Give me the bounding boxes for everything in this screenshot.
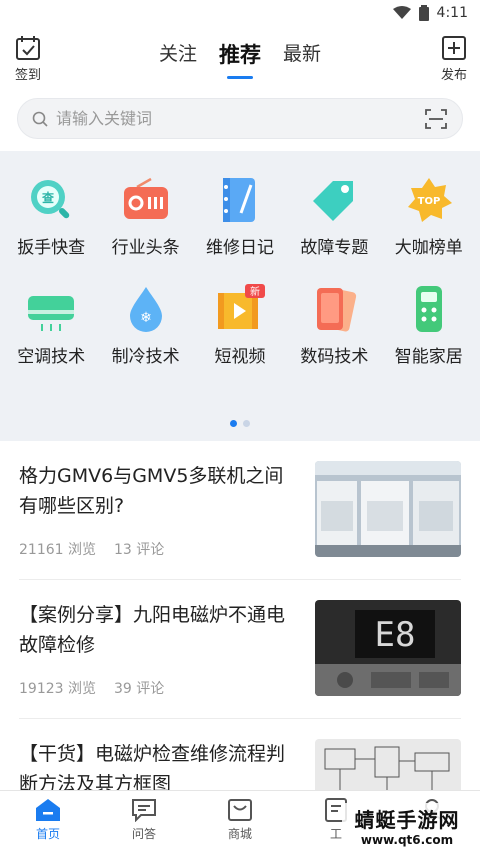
search-icon	[32, 111, 48, 127]
watermark-url: www.qt6.com	[360, 832, 454, 847]
watermark: 蜻蜓手游网 www.qt6.com	[342, 803, 472, 847]
water-drop-icon: ❄	[121, 284, 171, 334]
notebook-icon	[215, 175, 265, 225]
grid-label: 制冷技术	[111, 347, 180, 367]
publish-label: 发布	[440, 68, 467, 83]
svg-text:查: 查	[41, 190, 55, 205]
pager-dot-1[interactable]	[230, 420, 237, 427]
grid-label: 行业头条	[111, 238, 180, 258]
grid-row-1: 查 扳手快查 行业头条 维修日记 故障专题 TOP 大咖榜单	[0, 175, 480, 258]
view-count: 21161 浏览	[19, 542, 96, 558]
top-nav: 签到 关注 推荐 最新 发布	[0, 26, 480, 88]
nav-mall[interactable]: 商城	[205, 798, 275, 842]
grid-label: 数码技术	[300, 347, 369, 367]
scan-icon[interactable]	[424, 107, 448, 131]
pager-dot-2[interactable]	[243, 420, 250, 427]
grid-item-expert-ranking[interactable]: TOP 大咖榜单	[384, 175, 474, 258]
plus-square-icon	[442, 36, 466, 60]
search-section	[0, 88, 480, 151]
nav-work-label: 工	[329, 827, 342, 841]
grid-pager	[0, 420, 480, 427]
grid-label: 空调技术	[17, 347, 86, 367]
wrench-search-icon: 查	[26, 175, 76, 225]
remote-icon	[404, 284, 454, 334]
tab-latest[interactable]: 最新	[283, 39, 321, 76]
tab-follow[interactable]: 关注	[159, 39, 197, 76]
phone-icon	[309, 284, 359, 334]
feed-tabs: 关注 推荐 最新	[159, 39, 321, 79]
article-title: 格力GMV6与GMV5多联机之间有哪些区别?	[19, 465, 284, 517]
article-meta: 21161 浏览 13 评论	[19, 539, 291, 559]
grid-label: 短视频	[214, 347, 266, 367]
grid-item-refrigeration-tech[interactable]: ❄ 制冷技术	[101, 284, 191, 367]
article-text: 格力GMV6与GMV5多联机之间有哪些区别? 21161 浏览 13 评论	[19, 461, 291, 559]
comment-count: 39 评论	[114, 681, 165, 697]
comment-count: 13 评论	[114, 542, 165, 558]
grid-item-wrench-lookup[interactable]: 查 扳手快查	[6, 175, 96, 258]
checkin-label: 签到	[14, 68, 41, 83]
grid-label: 智能家居	[394, 347, 463, 367]
category-grid: 查 扳手快查 行业头条 维修日记 故障专题 TOP 大咖榜单 空调技术 ❄ 制冷…	[0, 151, 480, 441]
new-badge-text: 新	[250, 285, 260, 298]
article-meta: 19123 浏览 39 评论	[19, 678, 291, 698]
article-title: 【案例分享】九阳电磁炉不通电故障检修	[19, 604, 286, 656]
publish-button[interactable]: 发布	[440, 34, 468, 83]
search-bar[interactable]	[17, 98, 463, 139]
battery-icon	[418, 5, 429, 21]
nav-qa[interactable]: 问答	[109, 798, 179, 842]
nav-qa-label: 问答	[131, 827, 156, 841]
grid-item-short-video[interactable]: 新 短视频	[195, 284, 285, 367]
watermark-title: 蜻蜓手游网	[354, 807, 460, 832]
home-icon	[36, 799, 60, 821]
grid-item-repair-diary[interactable]: 维修日记	[195, 175, 285, 258]
grid-item-smart-home[interactable]: 智能家居	[384, 284, 474, 367]
tab-recommend[interactable]: 推荐	[219, 39, 261, 79]
grid-label: 大咖榜单	[394, 238, 463, 258]
search-input[interactable]	[56, 109, 416, 128]
chat-icon	[132, 799, 156, 822]
wifi-icon	[392, 6, 411, 19]
status-time: 4:11	[436, 5, 468, 21]
nav-home[interactable]: 首页	[13, 798, 83, 842]
article-thumbnail	[315, 461, 461, 557]
svg-text:E8: E8	[375, 615, 416, 655]
video-icon: 新	[215, 284, 265, 334]
article-item[interactable]: 格力GMV6与GMV5多联机之间有哪些区别? 21161 浏览 13 评论	[19, 441, 461, 580]
grid-label: 扳手快查	[17, 238, 86, 258]
checkin-button[interactable]: 签到	[14, 34, 42, 83]
grid-item-digital-tech[interactable]: 数码技术	[289, 284, 379, 367]
top-badge-icon: TOP	[404, 175, 454, 225]
view-count: 19123 浏览	[19, 681, 96, 697]
status-bar: 4:11	[0, 0, 480, 26]
radio-icon	[121, 175, 171, 225]
calendar-check-icon	[16, 36, 40, 60]
grid-row-2: 空调技术 ❄ 制冷技术 新 短视频 数码技术 智能家居	[0, 284, 480, 367]
article-thumbnail: E8	[315, 600, 461, 696]
grid-label: 维修日记	[205, 238, 274, 258]
grid-item-industry-news[interactable]: 行业头条	[101, 175, 191, 258]
svg-text:❄: ❄	[140, 310, 152, 326]
bag-icon	[228, 799, 252, 821]
top-badge-text: TOP	[417, 196, 440, 207]
grid-item-fault-topics[interactable]: 故障专题	[289, 175, 379, 258]
grid-item-ac-tech[interactable]: 空调技术	[6, 284, 96, 367]
article-text: 【案例分享】九阳电磁炉不通电故障检修 19123 浏览 39 评论	[19, 600, 291, 698]
grid-label: 故障专题	[300, 238, 369, 258]
nav-mall-label: 商城	[227, 827, 252, 841]
article-item[interactable]: 【案例分享】九阳电磁炉不通电故障检修 19123 浏览 39 评论 E8	[19, 580, 461, 719]
air-conditioner-icon	[26, 284, 76, 334]
tag-icon	[309, 175, 359, 225]
nav-home-label: 首页	[35, 827, 60, 841]
